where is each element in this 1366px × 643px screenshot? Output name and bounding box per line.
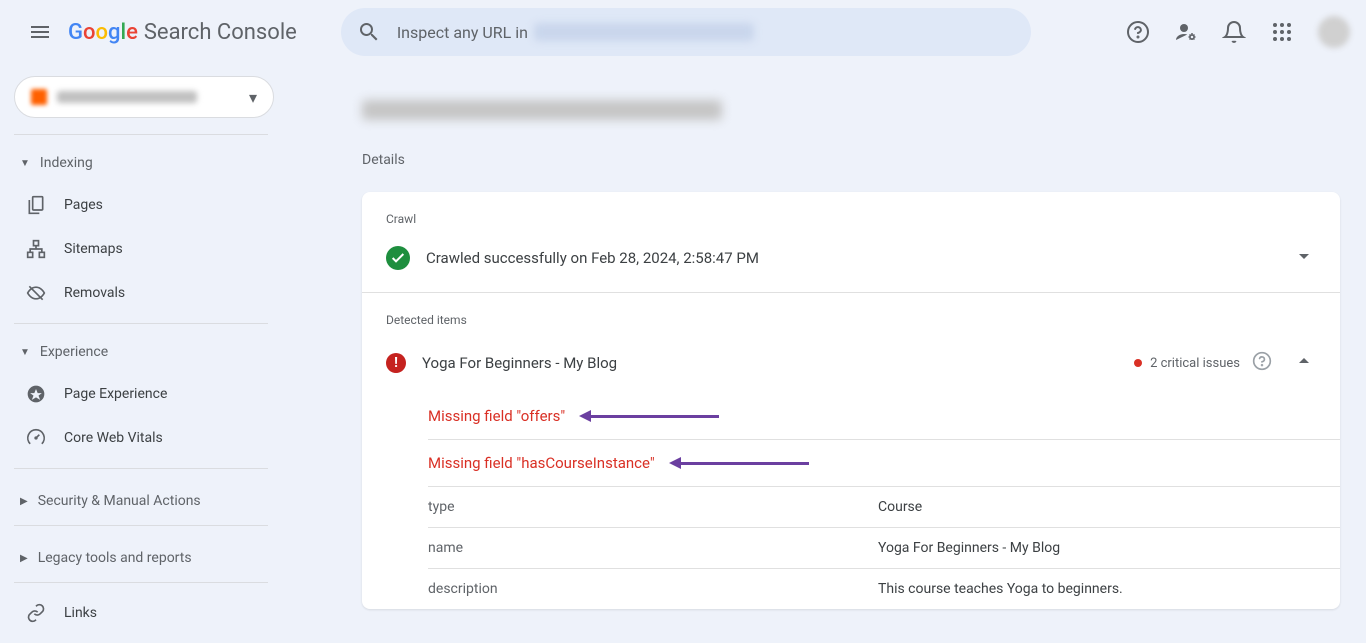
property-favicon — [31, 89, 47, 105]
header: Google Search Console Inspect any URL in — [0, 0, 1366, 64]
hamburger-icon — [28, 20, 52, 44]
crawl-status-row[interactable]: Crawled successfully on Feb 28, 2024, 2:… — [362, 232, 1340, 293]
url-inspect-search[interactable]: Inspect any URL in — [341, 8, 1031, 56]
success-check-icon — [386, 246, 410, 270]
google-logo: Google — [68, 20, 138, 45]
sidebar-item-core-web-vitals[interactable]: Core Web Vitals — [0, 416, 282, 460]
search-icon — [357, 20, 381, 44]
pages-icon — [24, 195, 48, 215]
sidebar-section-legacy[interactable]: ▶ Legacy tools and reports — [0, 534, 282, 582]
section-label: Legacy tools and reports — [38, 550, 192, 566]
issue-text: Missing field "hasCourseInstance" — [428, 454, 655, 472]
redacted-property-name — [57, 91, 197, 103]
apps-button[interactable] — [1262, 12, 1302, 52]
crawl-section-label: Crawl — [362, 192, 1340, 232]
sidebar-item-label: Core Web Vitals — [64, 430, 163, 446]
sidebar-item-page-experience[interactable]: Page Experience — [0, 372, 282, 416]
issue-text: Missing field "offers" — [428, 407, 565, 425]
details-card: Crawl Crawled successfully on Feb 28, 20… — [362, 192, 1340, 609]
details-heading: Details — [362, 152, 1354, 168]
section-label: Security & Manual Actions — [38, 493, 201, 509]
section-label: Indexing — [40, 155, 93, 171]
help-icon — [1252, 351, 1272, 371]
account-avatar[interactable] — [1318, 16, 1350, 48]
chevron-down-icon — [1292, 244, 1316, 268]
removals-icon — [24, 283, 48, 303]
red-dot-icon — [1134, 359, 1142, 367]
help-button[interactable] — [1118, 12, 1158, 52]
chevron-right-icon: ▶ — [20, 553, 28, 564]
property-value: This course teaches Yoga to beginners. — [878, 581, 1123, 597]
dropdown-arrow-icon: ▾ — [249, 88, 257, 107]
sidebar-item-removals[interactable]: Removals — [0, 271, 282, 315]
sidebar-item-links[interactable]: Links — [0, 591, 282, 635]
property-key: description — [428, 581, 878, 597]
sidebar-item-pages[interactable]: Pages — [0, 183, 282, 227]
expand-crawl-button[interactable] — [1292, 244, 1316, 272]
sidebar-section-indexing[interactable]: ▼ Indexing — [0, 143, 282, 183]
help-tooltip-button[interactable] — [1252, 351, 1272, 375]
issue-count-badge: 2 critical issues — [1134, 356, 1240, 371]
sidebar: ▾ ▼ Indexing Pages Sitemaps Removals ▼ E… — [0, 64, 282, 635]
chevron-right-icon: ▶ — [20, 496, 28, 507]
property-value: Yoga For Beginners - My Blog — [878, 540, 1060, 556]
property-key: name — [428, 540, 878, 556]
menu-button[interactable] — [16, 8, 64, 56]
sidebar-item-sitemaps[interactable]: Sitemaps — [0, 227, 282, 271]
page-experience-icon — [24, 384, 48, 404]
links-icon — [24, 603, 48, 623]
apps-grid-icon — [1270, 20, 1294, 44]
sidebar-item-label: Removals — [64, 285, 125, 301]
issues-and-properties: Missing field "offers" Missing field "ha… — [362, 393, 1340, 609]
sidebar-item-label: Sitemaps — [64, 241, 123, 257]
section-label: Experience — [40, 344, 108, 360]
users-settings-button[interactable] — [1166, 12, 1206, 52]
logo-product-name: Search Console — [144, 20, 297, 45]
chevron-down-icon: ▼ — [20, 347, 30, 358]
crawl-status-text: Crawled successfully on Feb 28, 2024, 2:… — [426, 249, 1292, 267]
sidebar-section-experience[interactable]: ▼ Experience — [0, 332, 282, 372]
issue-missing-hascourseinstance[interactable]: Missing field "hasCourseInstance" — [428, 440, 1340, 487]
collapse-item-button[interactable] — [1292, 349, 1316, 377]
redacted-page-title — [362, 100, 722, 120]
property-row-description: description This course teaches Yoga to … — [428, 569, 1340, 609]
redacted-property-url — [534, 23, 754, 41]
chevron-up-icon — [1292, 349, 1316, 373]
detected-item-title: Yoga For Beginners - My Blog — [422, 354, 1134, 372]
speedometer-icon — [24, 428, 48, 448]
property-row-type: type Course — [428, 487, 1340, 528]
issue-count-text: 2 critical issues — [1150, 356, 1240, 371]
chevron-down-icon: ▼ — [20, 158, 30, 169]
detected-item-header[interactable]: ! Yoga For Beginners - My Blog 2 critica… — [362, 341, 1340, 393]
notifications-button[interactable] — [1214, 12, 1254, 52]
detected-items-label: Detected items — [362, 293, 1340, 341]
property-key: type — [428, 499, 878, 515]
property-row-name: name Yoga For Beginners - My Blog — [428, 528, 1340, 569]
annotation-arrow — [679, 462, 809, 465]
sidebar-item-label: Links — [64, 605, 97, 621]
property-selector[interactable]: ▾ — [14, 76, 274, 118]
user-gear-icon — [1174, 20, 1198, 44]
issue-missing-offers[interactable]: Missing field "offers" — [428, 393, 1340, 440]
logo[interactable]: Google Search Console — [68, 20, 297, 45]
annotation-arrow — [589, 415, 719, 418]
sidebar-item-label: Pages — [64, 197, 103, 213]
sitemaps-icon — [24, 239, 48, 259]
main-content: Details Crawl Crawled successfully on Fe… — [282, 64, 1366, 635]
property-value: Course — [878, 499, 922, 515]
search-placeholder: Inspect any URL in — [397, 23, 528, 42]
bell-icon — [1222, 20, 1246, 44]
sidebar-item-label: Page Experience — [64, 386, 167, 402]
help-icon — [1126, 20, 1150, 44]
error-icon: ! — [386, 353, 406, 373]
header-actions — [1118, 12, 1350, 52]
sidebar-section-security[interactable]: ▶ Security & Manual Actions — [0, 477, 282, 525]
